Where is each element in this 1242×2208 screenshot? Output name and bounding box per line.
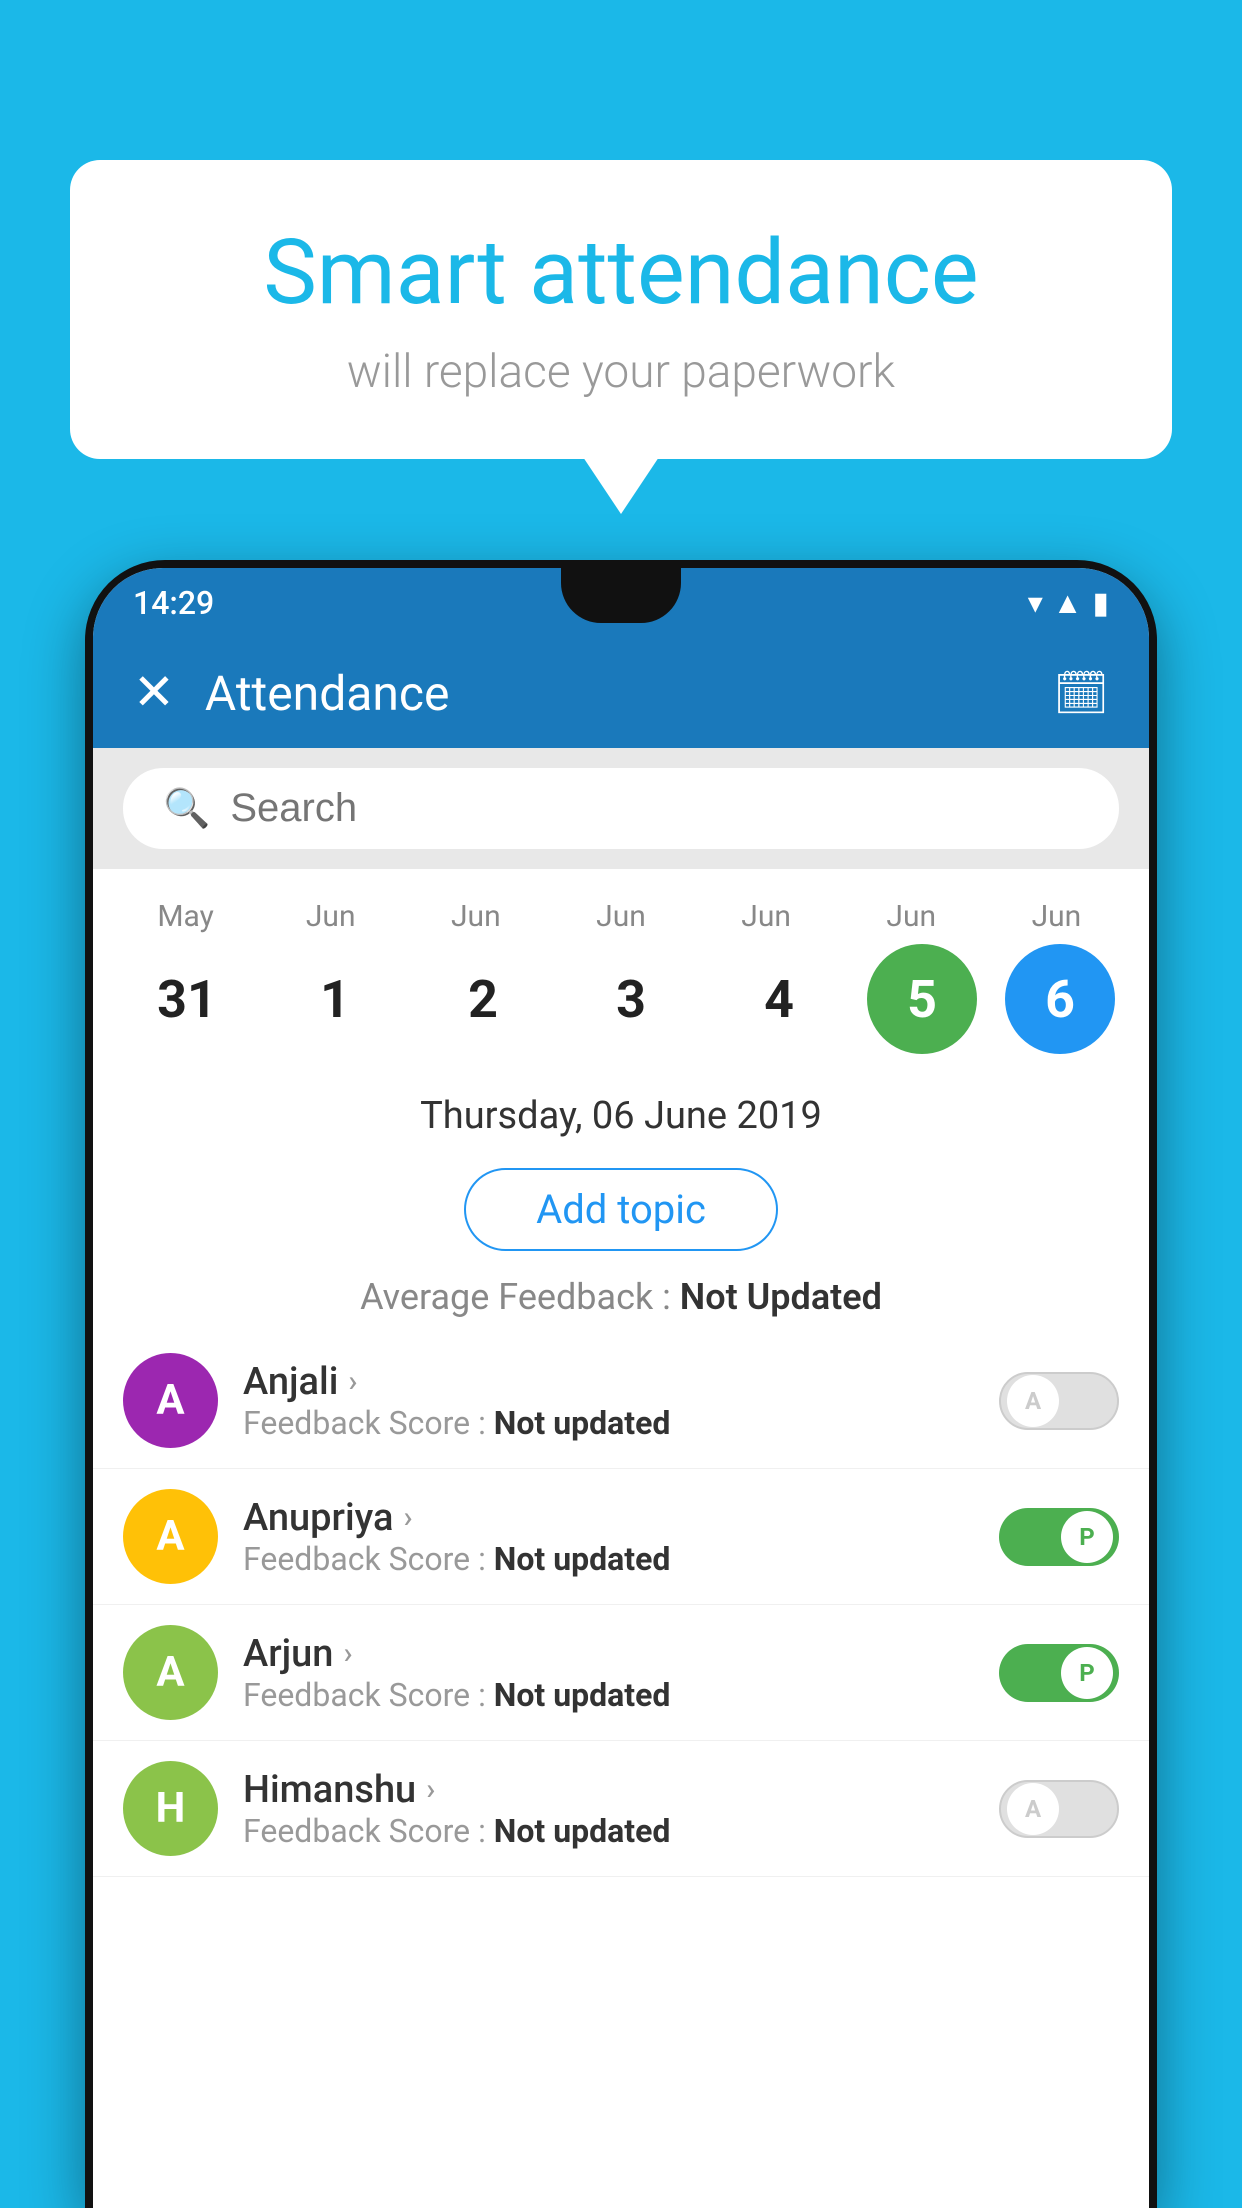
avg-feedback-value: Not Updated xyxy=(680,1276,882,1318)
month-5[interactable]: Jun xyxy=(851,899,971,934)
chevron-right-icon: › xyxy=(403,1500,412,1535)
students-list: A Anjali › Feedback Score : Not updated … xyxy=(93,1333,1149,1877)
avatar: A xyxy=(123,1353,218,1448)
speech-bubble-container: Smart attendance will replace your paper… xyxy=(70,160,1172,459)
selected-date-label: Thursday, 06 June 2019 xyxy=(93,1074,1149,1158)
day-5-selected[interactable]: 5 xyxy=(867,944,977,1054)
chevron-right-icon: › xyxy=(348,1364,357,1399)
avg-feedback-label: Average Feedback : xyxy=(360,1276,680,1318)
search-icon: 🔍 xyxy=(163,787,210,831)
student-feedback: Feedback Score : Not updated xyxy=(243,1540,974,1578)
calendar-icon[interactable]: 🗓 xyxy=(1053,667,1109,719)
day-3[interactable]: 3 xyxy=(571,969,691,1030)
avatar: A xyxy=(123,1489,218,1584)
add-topic-button[interactable]: Add topic xyxy=(464,1168,778,1251)
day-1[interactable]: 1 xyxy=(275,969,395,1030)
day-4[interactable]: 4 xyxy=(719,969,839,1030)
toggle-knob: P xyxy=(1061,1647,1113,1699)
day-6-selected[interactable]: 6 xyxy=(1005,944,1115,1054)
average-feedback: Average Feedback : Not Updated xyxy=(93,1261,1149,1333)
month-2[interactable]: Jun xyxy=(416,899,536,934)
student-name[interactable]: Himanshu › xyxy=(243,1768,974,1812)
attendance-toggle[interactable]: P xyxy=(999,1508,1119,1566)
speech-bubble-subtitle: will replace your paperwork xyxy=(130,345,1112,399)
date-picker: May Jun Jun Jun Jun Jun Jun 31 1 2 3 4 5… xyxy=(93,869,1149,1074)
student-info[interactable]: Himanshu › Feedback Score : Not updated xyxy=(243,1768,974,1850)
close-icon[interactable]: ✕ xyxy=(133,668,175,718)
day-0[interactable]: 31 xyxy=(127,969,247,1030)
month-4[interactable]: Jun xyxy=(706,899,826,934)
table-row: A Anjali › Feedback Score : Not updated … xyxy=(93,1333,1149,1469)
attendance-toggle[interactable]: A xyxy=(999,1372,1119,1430)
status-icons: ▾ ▲ ▮ xyxy=(1028,586,1109,621)
chevron-right-icon: › xyxy=(343,1636,352,1671)
student-feedback: Feedback Score : Not updated xyxy=(243,1812,974,1850)
chevron-right-icon: › xyxy=(426,1772,435,1807)
student-info[interactable]: Anjali › Feedback Score : Not updated xyxy=(243,1360,974,1442)
student-feedback: Feedback Score : Not updated xyxy=(243,1404,974,1442)
toggle-knob: P xyxy=(1061,1511,1113,1563)
signal-icon: ▲ xyxy=(1053,586,1083,621)
month-1[interactable]: Jun xyxy=(271,899,391,934)
table-row: A Anupriya › Feedback Score : Not update… xyxy=(93,1469,1149,1605)
student-info[interactable]: Arjun › Feedback Score : Not updated xyxy=(243,1632,974,1714)
toggle-knob: A xyxy=(1007,1783,1059,1835)
date-months-row: May Jun Jun Jun Jun Jun Jun xyxy=(113,899,1129,934)
app-bar: ✕ Attendance 🗓 xyxy=(93,638,1149,748)
table-row: A Arjun › Feedback Score : Not updated P xyxy=(93,1605,1149,1741)
attendance-toggle[interactable]: A xyxy=(999,1780,1119,1838)
phone-frame: 14:29 ▾ ▲ ▮ ✕ Attendance 🗓 🔍 May Jun xyxy=(85,560,1157,2208)
battery-icon: ▮ xyxy=(1092,586,1109,621)
search-input[interactable] xyxy=(230,786,1079,831)
month-6[interactable]: Jun xyxy=(996,899,1116,934)
speech-bubble: Smart attendance will replace your paper… xyxy=(70,160,1172,459)
attendance-toggle[interactable]: P xyxy=(999,1644,1119,1702)
student-name[interactable]: Anjali › xyxy=(243,1360,974,1404)
status-bar: 14:29 ▾ ▲ ▮ xyxy=(93,568,1149,638)
speech-bubble-title: Smart attendance xyxy=(130,220,1112,325)
student-name[interactable]: Arjun › xyxy=(243,1632,974,1676)
table-row: H Himanshu › Feedback Score : Not update… xyxy=(93,1741,1149,1877)
toggle-knob: A xyxy=(1007,1375,1059,1427)
search-bar[interactable]: 🔍 xyxy=(123,768,1119,849)
status-time: 14:29 xyxy=(133,584,214,622)
student-name[interactable]: Anupriya › xyxy=(243,1496,974,1540)
day-2[interactable]: 2 xyxy=(423,969,543,1030)
month-3[interactable]: Jun xyxy=(561,899,681,934)
avatar: H xyxy=(123,1761,218,1856)
month-0[interactable]: May xyxy=(126,899,246,934)
notch xyxy=(561,568,681,623)
phone-screen: 14:29 ▾ ▲ ▮ ✕ Attendance 🗓 🔍 May Jun xyxy=(93,568,1149,2208)
app-bar-title: Attendance xyxy=(205,665,1023,722)
add-topic-container: Add topic xyxy=(93,1158,1149,1261)
student-info[interactable]: Anupriya › Feedback Score : Not updated xyxy=(243,1496,974,1578)
wifi-icon: ▾ xyxy=(1028,586,1043,621)
search-bar-container: 🔍 xyxy=(93,748,1149,869)
date-days-row: 31 1 2 3 4 5 6 xyxy=(113,944,1129,1054)
avatar: A xyxy=(123,1625,218,1720)
student-feedback: Feedback Score : Not updated xyxy=(243,1676,974,1714)
